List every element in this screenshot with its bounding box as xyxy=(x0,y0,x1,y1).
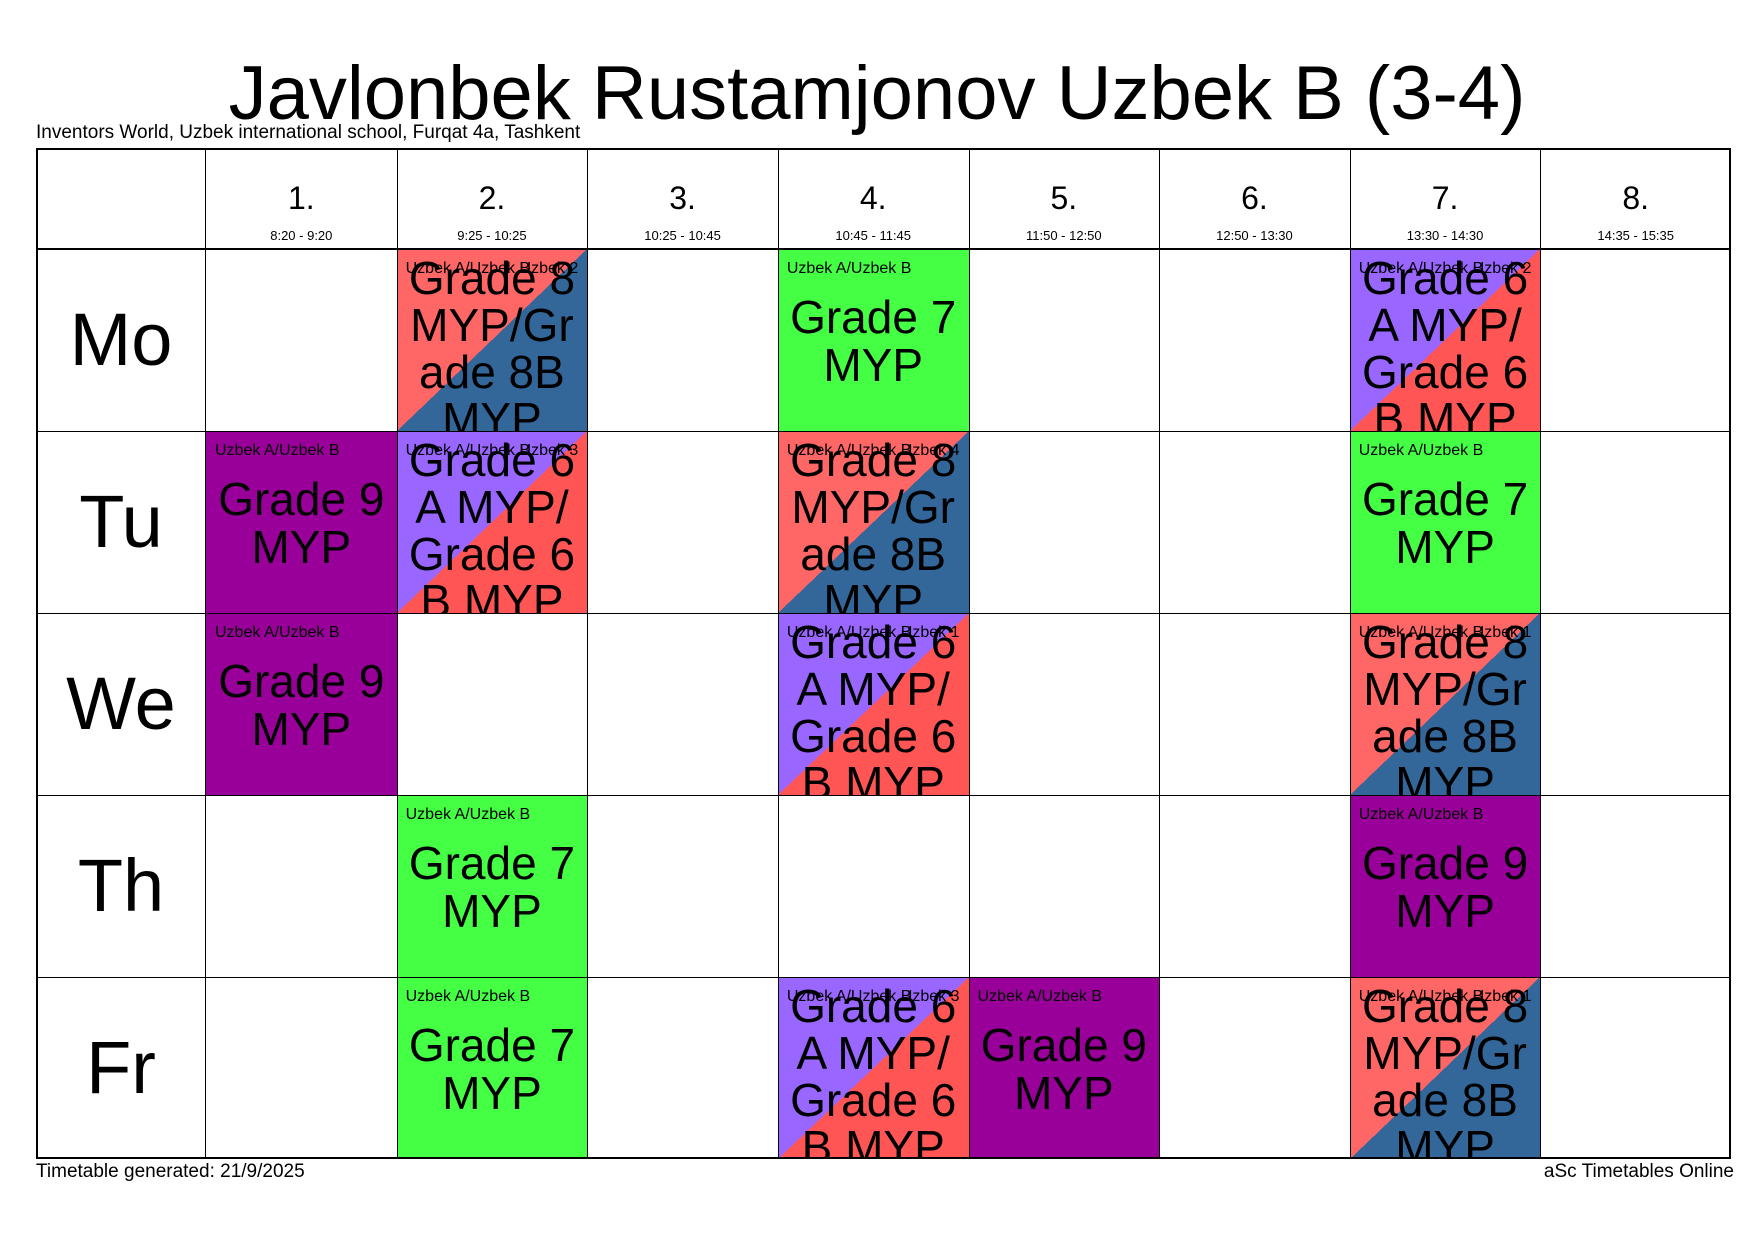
column-divider xyxy=(1159,148,1161,1159)
lesson-card[interactable]: Uzbek A/Uzbek B Uzbek 2 Grade 6A MYP/Grade… xyxy=(1349,249,1541,432)
lesson-card[interactable]: Uzbek A/Uzbek B Uzbek 3 Grade 6A MYP/Grade… xyxy=(777,977,969,1160)
period-time: 11:50 - 12:50 xyxy=(1025,228,1102,243)
lesson-subject: Uzbek A/Uzbek B xyxy=(405,988,531,1005)
row-divider xyxy=(36,431,1731,432)
timetable-grid: 1. 8:20 - 9:20 2. 9:25 - 10:25 3. 10:25 - 10:… xyxy=(36,148,1731,1159)
day-header: Fr xyxy=(86,1026,156,1109)
lesson-class: Grade 8 MYP/Grade 8B MYP xyxy=(408,252,576,432)
row-divider xyxy=(36,613,1731,614)
lesson-class: Grade 6A MYP/Grade 6B MYP xyxy=(408,434,576,614)
lesson-card[interactable]: Uzbek A/Uzbek B Grade 9 MYP xyxy=(206,431,397,613)
lesson-class: Grade 8 MYP/Grade 8B MYP xyxy=(790,434,957,614)
column-divider xyxy=(968,148,970,1159)
header-divider xyxy=(36,248,1731,250)
lesson-card[interactable]: Uzbek A/Uzbek B Grade 9 MYP xyxy=(1349,795,1541,977)
row-divider xyxy=(36,795,1731,796)
column-divider xyxy=(587,148,589,1159)
lesson-card[interactable]: Uzbek A/Uzbek B Uzbek 1 Grade 8 MYP/Grade … xyxy=(1349,977,1541,1160)
lesson-class: Grade 7 MYP xyxy=(1361,473,1529,573)
lesson-subject: Uzbek A/Uzbek B xyxy=(215,624,340,641)
period-header: 2. 9:25 - 10:25 xyxy=(397,148,588,249)
lesson-subject: Uzbek A/Uzbek B xyxy=(405,806,531,823)
lesson-subject: Uzbek A/Uzbek B xyxy=(1358,442,1484,459)
school-address: Inventors World, Uzbek international sch… xyxy=(36,122,581,143)
period-header: 7. 13:30 - 14:30 xyxy=(1350,148,1541,249)
period-number: 8. xyxy=(1622,180,1650,216)
period-header: 5. 11:50 - 12:50 xyxy=(969,148,1160,249)
period-time: 14:35 - 15:35 xyxy=(1597,228,1674,243)
period-time: 12:50 - 13:30 xyxy=(1216,228,1293,243)
lesson-card[interactable]: Uzbek A/Uzbek B Grade 9 MYP xyxy=(206,613,397,795)
grid-border-right xyxy=(1729,148,1731,1159)
column-divider xyxy=(1540,148,1542,1159)
lesson-class: Grade 6A MYP/Grade 6B MYP xyxy=(1361,252,1529,432)
period-time: 10:45 - 11:45 xyxy=(835,228,912,243)
day-header: Mo xyxy=(69,298,173,381)
lesson-class: Grade 6A MYP/Grade 6B MYP xyxy=(790,616,957,796)
period-number: 4. xyxy=(859,180,887,216)
period-time: 13:30 - 14:30 xyxy=(1406,228,1484,243)
lesson-subject: Uzbek A/Uzbek B xyxy=(1358,806,1484,823)
lesson-subject: Uzbek A/Uzbek B xyxy=(977,988,1103,1005)
period-time: 10:25 - 10:45 xyxy=(644,228,721,243)
lesson-class: Grade 7 MYP xyxy=(790,291,957,391)
period-number: 7. xyxy=(1431,180,1459,216)
period-number: 5. xyxy=(1050,180,1078,216)
lesson-card[interactable]: Uzbek A/Uzbek B Grade 7 MYP xyxy=(1349,431,1541,613)
day-header: Tu xyxy=(79,480,163,563)
grid-border-left xyxy=(36,148,38,1159)
period-header: 6. 12:50 - 13:30 xyxy=(1159,148,1350,249)
period-number: 6. xyxy=(1241,180,1268,216)
period-time: 9:25 - 10:25 xyxy=(457,228,527,243)
lesson-card[interactable]: Uzbek A/Uzbek B Grade 7 MYP xyxy=(777,249,969,431)
lesson-subject: Uzbek A/Uzbek B xyxy=(215,442,340,459)
brand-label: aSc Timetables Online xyxy=(1543,1161,1734,1182)
period-number: 3. xyxy=(669,180,696,216)
column-divider xyxy=(777,148,779,1159)
day-column-divider xyxy=(205,148,206,1159)
generated-date: Timetable generated: 21/9/2025 xyxy=(36,1161,305,1182)
period-number: 2. xyxy=(478,180,506,216)
grid-border-bottom xyxy=(36,1157,1731,1159)
lesson-subject: Uzbek A/Uzbek B xyxy=(786,260,912,277)
lesson-card[interactable]: Uzbek A/Uzbek B Uzbek 1 Grade 6A MYP/Grade… xyxy=(777,613,969,796)
lesson-card[interactable]: Uzbek A/Uzbek B Grade 7 MYP xyxy=(396,977,588,1159)
lesson-class: Grade 9 MYP xyxy=(980,1019,1147,1119)
period-header: 1. 8:20 - 9:20 xyxy=(206,148,397,249)
day-header: We xyxy=(66,662,176,745)
period-header: 3. 10:25 - 10:45 xyxy=(587,148,778,249)
lesson-card[interactable]: Uzbek A/Uzbek B Grade 9 MYP xyxy=(968,977,1160,1159)
lesson-card[interactable]: Uzbek A/Uzbek B Uzbek 4 Grade 8 MYP/Grade … xyxy=(777,431,969,614)
column-divider xyxy=(396,148,398,1159)
period-header: 4. 10:45 - 11:45 xyxy=(778,148,969,249)
period-header: 8. 14:35 - 15:35 xyxy=(1540,148,1731,249)
lesson-class: Grade 8 MYP/Grade 8B MYP xyxy=(1361,616,1529,796)
lesson-card[interactable]: Uzbek A/Uzbek B Uzbek 3 Grade 6A MYP/Grade… xyxy=(396,431,588,614)
period-number: 1. xyxy=(287,180,315,216)
lesson-class: Grade 9 MYP xyxy=(218,655,385,755)
lesson-class: Grade 9 MYP xyxy=(218,473,385,573)
day-header: Th xyxy=(77,844,165,927)
lesson-class: Grade 7 MYP xyxy=(408,1019,576,1119)
period-time: 8:20 - 9:20 xyxy=(270,228,333,243)
lesson-class: Grade 9 MYP xyxy=(1361,837,1529,937)
grid-border-top xyxy=(36,148,1731,150)
lesson-card[interactable]: Uzbek A/Uzbek B Grade 7 MYP xyxy=(396,795,588,977)
lesson-class: Grade 7 MYP xyxy=(408,837,576,937)
lesson-card[interactable]: Uzbek A/Uzbek B Uzbek 2 Grade 8 MYP/Grade … xyxy=(396,249,588,432)
lesson-class: Grade 6A MYP/Grade 6B MYP xyxy=(790,980,957,1160)
row-divider xyxy=(36,977,1731,978)
lesson-class: Grade 8 MYP/Grade 8B MYP xyxy=(1361,980,1529,1160)
column-divider xyxy=(1349,148,1351,1159)
lesson-card[interactable]: Uzbek A/Uzbek B Uzbek 1 Grade 8 MYP/Grade … xyxy=(1349,613,1541,796)
